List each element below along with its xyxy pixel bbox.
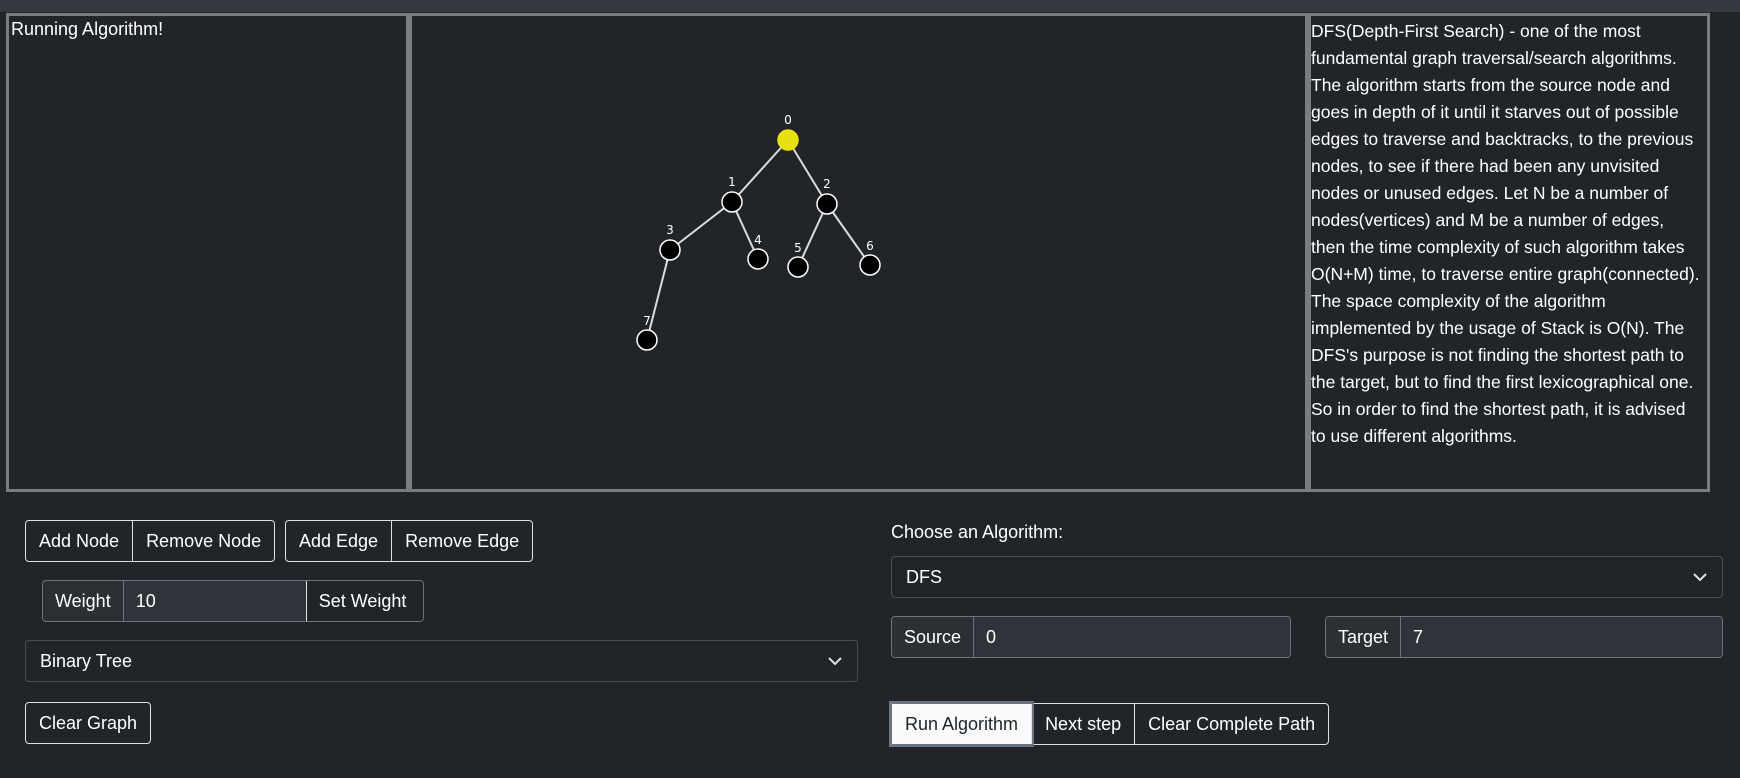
set-weight-button[interactable]: Set Weight [305,581,423,621]
source-label: Source [892,617,975,657]
source-input-group: Source 0 [891,616,1291,658]
graph-type-select[interactable]: Binary Tree [25,640,858,682]
clear-graph-group: Clear Graph [25,702,152,744]
target-label: Target [1326,617,1402,657]
add-edge-button[interactable]: Add Edge [286,521,391,561]
algorithm-value: DFS [906,566,942,587]
graph-edge-0-1[interactable] [731,139,789,203]
graph-node-label-7: 7 [643,314,651,328]
graph-node-0[interactable] [777,129,799,151]
weight-input-group: Weight 10 Set Weight [42,580,424,622]
status-text: Running Algorithm! [11,19,164,39]
run-algorithm-button[interactable]: Run Algorithm [892,704,1032,744]
graph-edge-2-6[interactable] [826,203,871,266]
add-node-button[interactable]: Add Node [26,521,132,561]
graph-svg[interactable]: 0 1 2 3 4 5 6 7 [412,16,1305,489]
graph-node-label-0: 0 [784,113,792,127]
graph-node-1[interactable] [721,191,743,213]
clear-complete-path-button[interactable]: Clear Complete Path [1134,704,1328,744]
algorithm-description: DFS(Depth-First Search) - one of the mos… [1311,21,1700,446]
choose-algorithm-label: Choose an Algorithm: [891,522,1064,542]
chevron-down-icon [1693,573,1707,582]
next-step-button[interactable]: Next step [1031,704,1134,744]
source-input[interactable]: 0 [974,617,1290,657]
weight-label: Weight [43,581,124,621]
top-bar [0,0,1740,12]
target-input[interactable]: 7 [1401,617,1722,657]
graph-node-label-6: 6 [866,239,874,253]
node-button-group: Add Node Remove Node [25,520,276,562]
graph-node-label-3: 3 [666,223,674,237]
graph-edge-0-2[interactable] [787,139,828,205]
status-panel: Running Algorithm! [6,13,409,492]
graph-node-label-4: 4 [754,233,762,247]
description-panel: DFS(Depth-First Search) - one of the mos… [1308,13,1710,492]
graph-edge-1-3[interactable] [669,201,733,251]
remove-node-button[interactable]: Remove Node [132,521,274,561]
chevron-down-icon [828,657,842,666]
graph-node-label-5: 5 [794,241,802,255]
edge-button-group: Add Edge Remove Edge [285,520,534,562]
graph-node-4[interactable] [747,248,769,270]
graph-node-6[interactable] [859,254,881,276]
graph-type-value: Binary Tree [40,650,133,671]
algorithm-select[interactable]: DFS [891,556,1723,598]
graph-node-label-1: 1 [728,175,736,189]
graph-node-label-2: 2 [823,177,831,191]
graph-node-3[interactable] [659,239,681,261]
weight-input[interactable]: 10 [123,581,306,621]
algorithm-button-group: Run Algorithm Next step Clear Complete P… [891,703,1330,745]
graph-node-7[interactable] [636,329,658,351]
graph-node-5[interactable] [787,256,809,278]
graph-canvas[interactable]: 0 1 2 3 4 5 6 7 [409,13,1308,492]
remove-edge-button[interactable]: Remove Edge [391,521,532,561]
target-input-group: Target 7 [1325,616,1723,658]
graph-node-2[interactable] [816,193,838,215]
clear-graph-button[interactable]: Clear Graph [26,703,150,743]
